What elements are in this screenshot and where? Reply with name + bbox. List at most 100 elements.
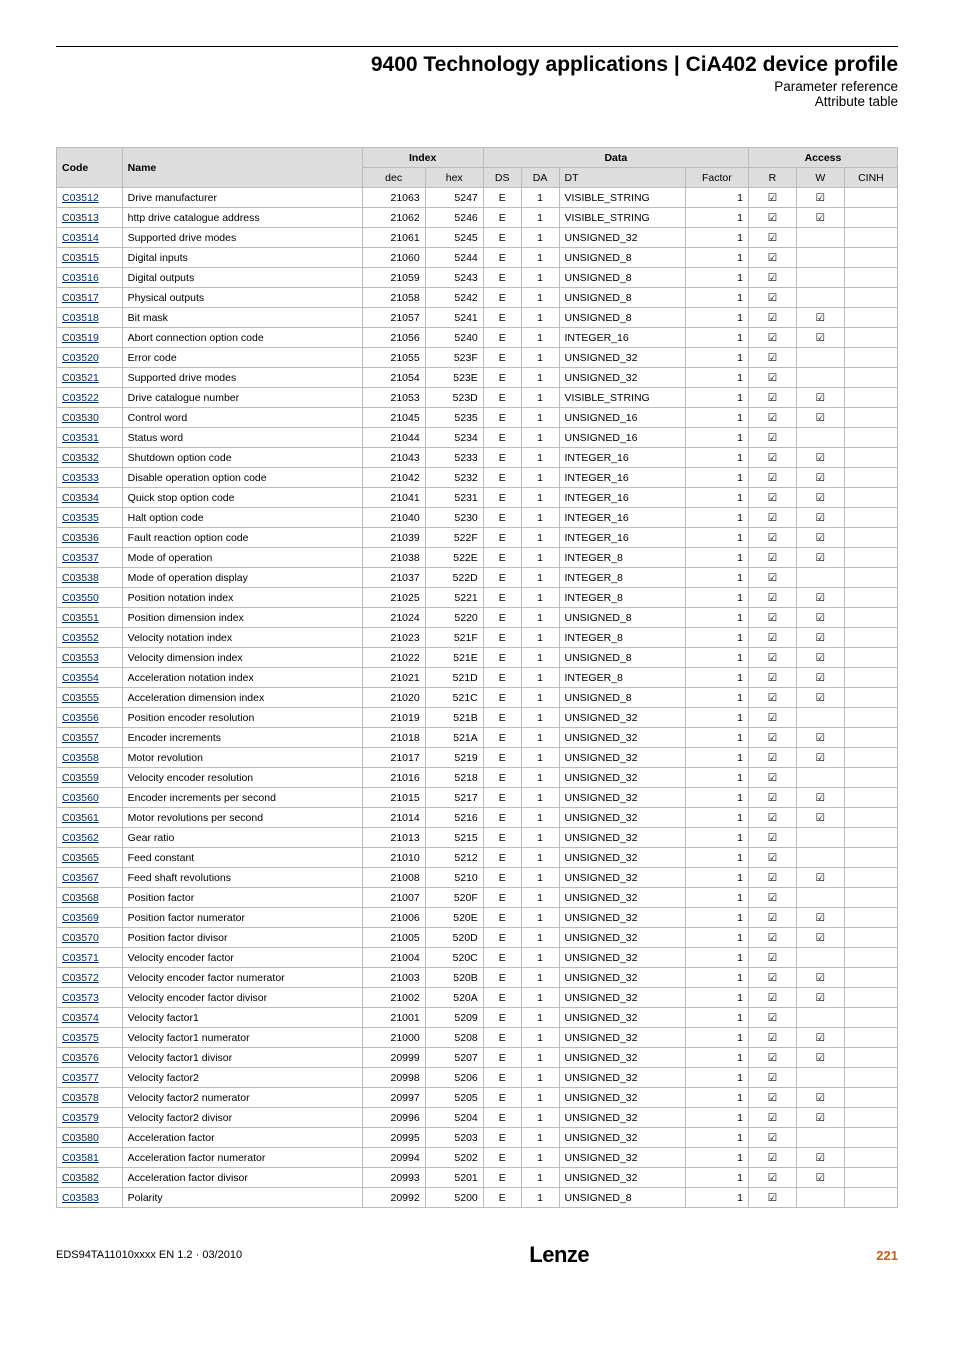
table-row: C03577Velocity factor2209985206E1UNSIGNE… <box>57 1068 898 1088</box>
table-row: C03579Velocity factor2 divisor209965204E… <box>57 1108 898 1128</box>
code-link[interactable]: C03530 <box>62 412 99 424</box>
cell-factor: 1 <box>685 508 748 528</box>
table-row: C03533Disable operation option code21042… <box>57 468 898 488</box>
cell-da: 1 <box>521 368 559 388</box>
code-link[interactable]: C03518 <box>62 312 99 324</box>
cell-cinh <box>844 1028 897 1048</box>
code-link[interactable]: C03513 <box>62 212 99 224</box>
cell-dec: 21015 <box>362 788 425 808</box>
code-link[interactable]: C03522 <box>62 392 99 404</box>
code-link[interactable]: C03559 <box>62 772 99 784</box>
cell-dt: UNSIGNED_32 <box>559 1068 685 1088</box>
code-link[interactable]: C03581 <box>62 1152 99 1164</box>
code-link[interactable]: C03552 <box>62 632 99 644</box>
cell-dec: 21060 <box>362 248 425 268</box>
cell-dt: INTEGER_16 <box>559 328 685 348</box>
code-link[interactable]: C03580 <box>62 1132 99 1144</box>
code-link[interactable]: C03560 <box>62 792 99 804</box>
code-link[interactable]: C03579 <box>62 1112 99 1124</box>
cell-name: Quick stop option code <box>122 488 362 508</box>
code-link[interactable]: C03582 <box>62 1172 99 1184</box>
table-row: C03581Acceleration factor numerator20994… <box>57 1148 898 1168</box>
cell-dec: 21053 <box>362 388 425 408</box>
cell-hex: 523D <box>425 388 483 408</box>
code-link[interactable]: C03555 <box>62 692 99 704</box>
code-link[interactable]: C03519 <box>62 332 99 344</box>
code-link[interactable]: C03512 <box>62 192 99 204</box>
code-link[interactable]: C03521 <box>62 372 99 384</box>
cell-w: ☑ <box>796 1028 844 1048</box>
code-link[interactable]: C03567 <box>62 872 99 884</box>
code-link[interactable]: C03517 <box>62 292 99 304</box>
code-link[interactable]: C03514 <box>62 232 99 244</box>
cell-da: 1 <box>521 1128 559 1148</box>
code-link[interactable]: C03558 <box>62 752 99 764</box>
cell-factor: 1 <box>685 328 748 348</box>
cell-w <box>796 708 844 728</box>
cell-dt: UNSIGNED_32 <box>559 768 685 788</box>
cell-name: Velocity factor2 <box>122 1068 362 1088</box>
code-link[interactable]: C03554 <box>62 672 99 684</box>
cell-code: C03515 <box>57 248 123 268</box>
cell-dt: UNSIGNED_32 <box>559 1168 685 1188</box>
cell-code: C03555 <box>57 688 123 708</box>
code-link[interactable]: C03565 <box>62 852 99 864</box>
code-link[interactable]: C03574 <box>62 1012 99 1024</box>
code-link[interactable]: C03583 <box>62 1192 99 1204</box>
cell-dt: UNSIGNED_32 <box>559 368 685 388</box>
cell-name: Drive catalogue number <box>122 388 362 408</box>
code-link[interactable]: C03562 <box>62 832 99 844</box>
code-link[interactable]: C03570 <box>62 932 99 944</box>
cell-dec: 21042 <box>362 468 425 488</box>
cell-w <box>796 948 844 968</box>
cell-ds: E <box>483 528 521 548</box>
cell-r: ☑ <box>748 628 796 648</box>
code-link[interactable]: C03557 <box>62 732 99 744</box>
table-row: C03514Supported drive modes210615245E1UN… <box>57 228 898 248</box>
code-link[interactable]: C03531 <box>62 432 99 444</box>
code-link[interactable]: C03577 <box>62 1072 99 1084</box>
cell-r: ☑ <box>748 588 796 608</box>
cell-hex: 520A <box>425 988 483 1008</box>
code-link[interactable]: C03553 <box>62 652 99 664</box>
code-link[interactable]: C03520 <box>62 352 99 364</box>
cell-dt: UNSIGNED_8 <box>559 248 685 268</box>
code-link[interactable]: C03561 <box>62 812 99 824</box>
cell-name: Position encoder resolution <box>122 708 362 728</box>
cell-cinh <box>844 1048 897 1068</box>
th-index-group: Index <box>362 148 483 168</box>
code-link[interactable]: C03536 <box>62 532 99 544</box>
cell-code: C03537 <box>57 548 123 568</box>
code-link[interactable]: C03532 <box>62 452 99 464</box>
code-link[interactable]: C03573 <box>62 992 99 1004</box>
code-link[interactable]: C03534 <box>62 492 99 504</box>
code-link[interactable]: C03516 <box>62 272 99 284</box>
cell-r: ☑ <box>748 928 796 948</box>
cell-cinh <box>844 1108 897 1128</box>
cell-r: ☑ <box>748 388 796 408</box>
cell-dec: 21002 <box>362 988 425 1008</box>
th-w: W <box>796 168 844 188</box>
code-link[interactable]: C03576 <box>62 1052 99 1064</box>
cell-name: Motor revolutions per second <box>122 808 362 828</box>
code-link[interactable]: C03551 <box>62 612 99 624</box>
code-link[interactable]: C03575 <box>62 1032 99 1044</box>
code-link[interactable]: C03568 <box>62 892 99 904</box>
code-link[interactable]: C03556 <box>62 712 99 724</box>
cell-cinh <box>844 708 897 728</box>
cell-r: ☑ <box>748 668 796 688</box>
code-link[interactable]: C03538 <box>62 572 99 584</box>
code-link[interactable]: C03535 <box>62 512 99 524</box>
code-link[interactable]: C03571 <box>62 952 99 964</box>
code-link[interactable]: C03572 <box>62 972 99 984</box>
cell-factor: 1 <box>685 988 748 1008</box>
code-link[interactable]: C03515 <box>62 252 99 264</box>
code-link[interactable]: C03550 <box>62 592 99 604</box>
table-row: C03578Velocity factor2 numerator20997520… <box>57 1088 898 1108</box>
code-link[interactable]: C03569 <box>62 912 99 924</box>
code-link[interactable]: C03533 <box>62 472 99 484</box>
code-link[interactable]: C03578 <box>62 1092 99 1104</box>
cell-cinh <box>844 568 897 588</box>
th-access-group: Access <box>748 148 897 168</box>
code-link[interactable]: C03537 <box>62 552 99 564</box>
